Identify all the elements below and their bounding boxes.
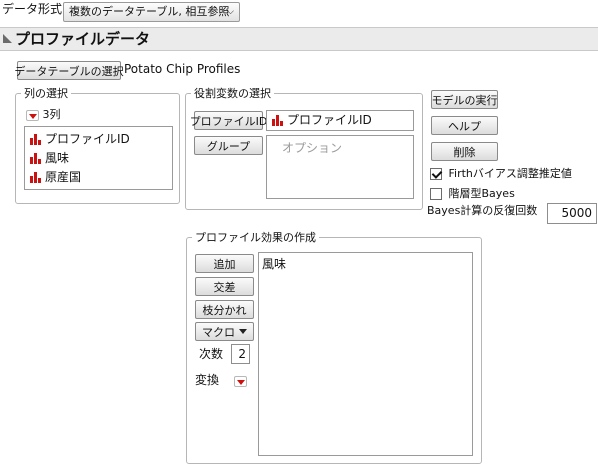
list-item-label: プロファイルID bbox=[45, 132, 130, 146]
column-count-menu[interactable]: 3列 bbox=[26, 107, 61, 123]
column-select-legend: 列の選択 bbox=[21, 87, 71, 100]
list-item[interactable]: プロファイルID bbox=[29, 130, 130, 148]
hierarchical-bayes-option[interactable]: 階層型Bayes bbox=[430, 187, 515, 201]
datatable-name: Potato Chip Profiles bbox=[124, 62, 241, 76]
firth-option[interactable]: Firthバイアス調整推定値 bbox=[430, 167, 572, 181]
effects-legend: プロファイル効果の作成 bbox=[192, 231, 319, 244]
chevron-down-icon: ⌵ bbox=[227, 7, 234, 17]
profile-id-slot[interactable]: プロファイルID bbox=[266, 110, 414, 131]
remove-button[interactable]: 削除 bbox=[431, 142, 498, 161]
degree-input[interactable]: 2 bbox=[231, 344, 250, 364]
nest-button[interactable]: 枝分かれ bbox=[195, 300, 254, 319]
hierarchical-bayes-label: 階層型Bayes bbox=[448, 187, 515, 200]
transform-label: 変換 bbox=[195, 373, 220, 387]
group-button[interactable]: グループ bbox=[194, 136, 263, 155]
section-title: プロファイルデータ bbox=[15, 30, 151, 48]
list-item[interactable]: 風味 bbox=[29, 149, 69, 167]
list-item-label: 風味 bbox=[45, 151, 70, 165]
group-slot[interactable]: オプション bbox=[266, 135, 414, 199]
bar-chart-icon bbox=[30, 171, 41, 183]
profile-id-value: プロファイルID bbox=[287, 113, 372, 127]
bar-chart-icon bbox=[30, 133, 41, 145]
red-triangle-menu-icon[interactable] bbox=[26, 109, 39, 121]
collapse-triangle-icon[interactable] bbox=[3, 34, 12, 43]
red-triangle-menu-icon[interactable] bbox=[234, 376, 247, 387]
bar-chart-icon bbox=[272, 114, 283, 126]
column-count-label: 3列 bbox=[42, 108, 61, 121]
data-format-value: 複数のデータテーブル, 相互参照 bbox=[69, 5, 230, 18]
firth-checkbox[interactable] bbox=[430, 168, 442, 180]
effects-listbox[interactable]: 風味 bbox=[258, 252, 473, 456]
column-listbox[interactable]: プロファイルID 風味 原産国 bbox=[24, 126, 173, 190]
help-button[interactable]: ヘルプ bbox=[431, 116, 498, 135]
cross-button[interactable]: 交差 bbox=[195, 277, 254, 296]
macro-button[interactable]: マクロ bbox=[195, 322, 254, 341]
add-button[interactable]: 追加 bbox=[195, 254, 254, 273]
degree-label: 次数 bbox=[199, 347, 224, 361]
group-placeholder: オプション bbox=[282, 141, 343, 155]
list-item[interactable]: 原産国 bbox=[29, 168, 81, 186]
dropdown-arrow-icon bbox=[239, 329, 247, 334]
bayes-iterations-input[interactable]: 5000 bbox=[547, 203, 597, 224]
list-item-label: 原産国 bbox=[45, 170, 82, 184]
data-format-dropdown[interactable]: 複数のデータテーブル, 相互参照 ⌵ bbox=[63, 2, 240, 22]
firth-label: Firthバイアス調整推定値 bbox=[448, 167, 572, 180]
run-model-button[interactable]: モデルの実行 bbox=[431, 90, 498, 109]
macro-label: マクロ bbox=[202, 325, 235, 339]
list-item[interactable]: 風味 bbox=[262, 255, 286, 273]
profile-id-button[interactable]: プロファイルID bbox=[190, 111, 267, 130]
bayes-iterations-label: Bayes計算の反復回数 bbox=[427, 204, 538, 217]
hierarchical-bayes-checkbox[interactable] bbox=[430, 188, 442, 200]
select-datatable-button[interactable]: データテーブルの選択 bbox=[14, 61, 124, 80]
role-select-legend: 役割変数の選択 bbox=[191, 87, 274, 100]
bar-chart-icon bbox=[30, 152, 41, 164]
data-format-label: データ形式 bbox=[2, 2, 63, 16]
